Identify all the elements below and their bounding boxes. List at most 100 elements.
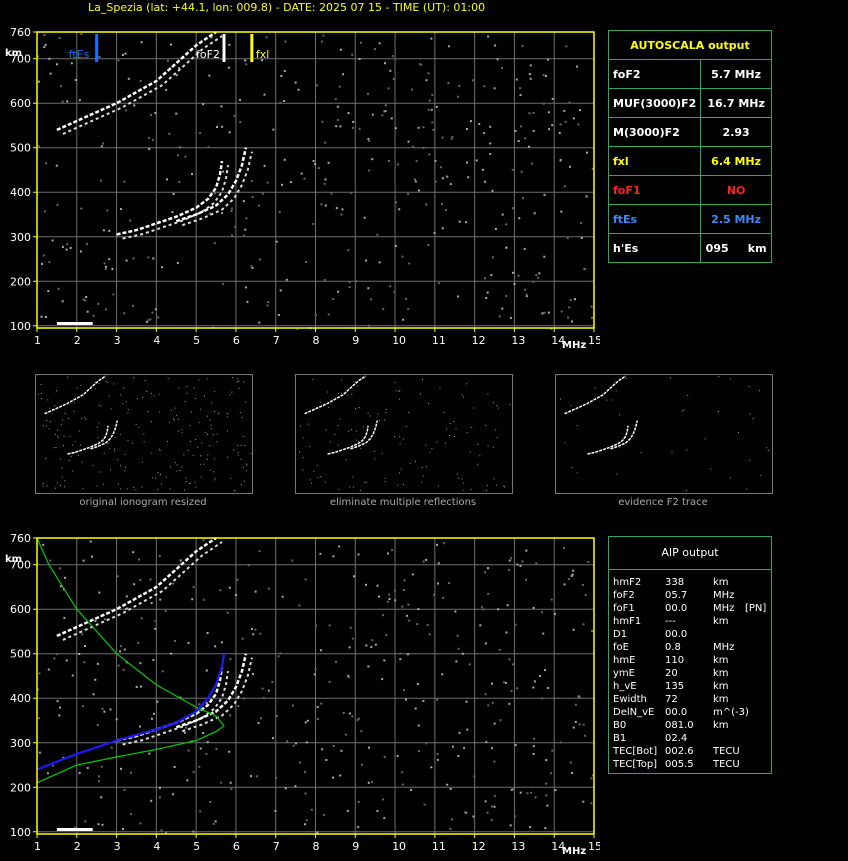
noise-dot (543, 193, 546, 196)
noise-dot (559, 741, 562, 744)
noise-dot (49, 72, 52, 75)
aip-value: 081.0 (665, 720, 694, 731)
noise-dot (528, 73, 531, 75)
noise-dot (371, 158, 374, 161)
thumb-noise (48, 428, 50, 430)
noise-dot (328, 624, 331, 627)
noise-dot (83, 661, 86, 664)
noise-dot (416, 623, 419, 626)
noise-dot (371, 639, 374, 642)
noise-dot (437, 562, 440, 565)
noise-dot (590, 305, 593, 308)
noise-dot (547, 311, 550, 314)
thumb-noise (169, 488, 171, 490)
x-tick-label: 12 (472, 334, 486, 347)
noise-dot (168, 132, 171, 135)
noise-dot (344, 733, 347, 736)
noise-dot (365, 644, 368, 647)
noise-dot (335, 125, 338, 128)
thumb-noise (108, 395, 110, 397)
thumb-noise (445, 442, 446, 444)
noise-dot (465, 700, 468, 703)
thumb-noise (114, 448, 115, 450)
noise-dot (263, 93, 266, 96)
noise-dot (487, 704, 490, 707)
noise-dot (541, 697, 544, 700)
thumb-noise (233, 449, 235, 451)
noise-dot (252, 633, 255, 636)
ionogram-chart: ftEs foF2 fxl1 2 3 4 5 6 7 8 9 10 11 12 13 14 15MHz10020… (5, 26, 600, 351)
thumb-noise (341, 392, 343, 394)
noise-dot (145, 321, 148, 324)
noise-dot (407, 192, 410, 195)
thumb-noise (85, 418, 87, 420)
noise-dot (505, 295, 508, 297)
noise-dot (148, 752, 151, 755)
noise-dot (96, 724, 99, 727)
aip-value: 110 (665, 655, 685, 666)
noise-dot (316, 706, 319, 709)
noise-dot (56, 63, 58, 66)
noise-dot (550, 598, 553, 601)
noise-dot (303, 177, 306, 180)
thumb-noise (109, 448, 111, 450)
noise-dot (199, 810, 202, 813)
noise-dot (348, 646, 351, 649)
noise-dot (338, 545, 341, 548)
noise-dot (152, 257, 155, 260)
thumb-noise (686, 449, 688, 451)
noise-dot (436, 753, 439, 756)
noise-dot (543, 311, 546, 314)
thumb-noise (177, 418, 179, 420)
noise-dot (205, 669, 208, 672)
thumb-noise (437, 485, 439, 487)
noise-dot (304, 578, 307, 581)
autoscala-row: foF2 5.7 MHz (607, 59, 772, 89)
x-tick-label: 6 (233, 334, 240, 347)
noise-dot (89, 540, 92, 543)
noise-dot (102, 142, 105, 145)
noise-dot (399, 652, 402, 655)
thumb-noise (352, 476, 354, 478)
noise-dot (417, 608, 420, 611)
noise-dot (574, 298, 576, 301)
noise-dot (414, 180, 417, 183)
noise-dot (572, 117, 575, 120)
noise-dot (514, 623, 517, 626)
noise-dot (261, 687, 264, 690)
noise-dot (378, 42, 381, 45)
thumb-noise (400, 468, 402, 470)
noise-dot (547, 111, 550, 114)
thumb-noise (503, 486, 505, 488)
noise-dot (341, 208, 344, 211)
noise-dot (139, 579, 142, 581)
thumb-noise (317, 476, 319, 478)
noise-dot (494, 228, 497, 230)
noise-dot (281, 595, 284, 598)
thumb-noise (469, 451, 471, 453)
thumb-noise (377, 413, 379, 415)
noise-dot (321, 120, 324, 123)
noise-dot (422, 146, 425, 149)
thumb-noise (453, 436, 455, 437)
thumb-trace (44, 375, 107, 415)
noise-dot (510, 788, 513, 791)
autoscala-value: NO (700, 175, 772, 205)
noise-dot (147, 256, 150, 259)
thumb-noise (237, 445, 239, 447)
noise-dot (164, 609, 167, 612)
noise-dot (490, 274, 493, 277)
thumb-noise (198, 379, 200, 381)
aip-value: 00.0 (665, 629, 688, 640)
noise-dot (78, 653, 81, 655)
thumb-noise (124, 454, 126, 455)
noise-dot (246, 300, 249, 303)
noise-dot (584, 268, 587, 271)
noise-dot (580, 236, 583, 239)
noise-dot (276, 714, 278, 717)
thumb-noise (60, 485, 61, 487)
thumb-noise (345, 458, 347, 460)
thumb-noise (309, 445, 311, 447)
noise-dot (428, 633, 431, 636)
thumb-noise (360, 447, 362, 449)
